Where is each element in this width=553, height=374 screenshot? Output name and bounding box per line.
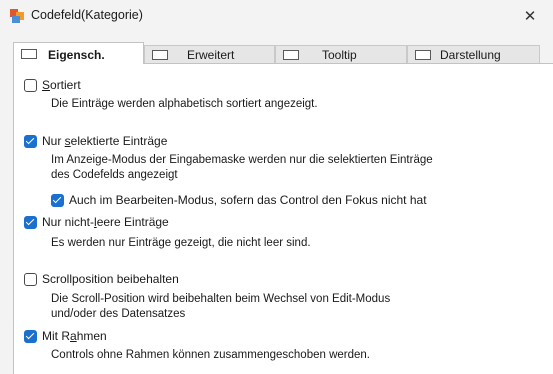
nichtleer-description: Es werden nur Einträge gezeigt, die nich… xyxy=(51,237,311,249)
nichtleer-checkbox[interactable] xyxy=(24,215,37,229)
selektierte-checkbox[interactable] xyxy=(24,134,37,148)
tab-erweitert[interactable]: Erweitert xyxy=(144,45,275,63)
tab-label: Erweitert xyxy=(187,48,235,62)
bearbeiten-label: Auch im Bearbeiten-Modus, sofern das Con… xyxy=(69,193,427,207)
tab-strip: Eigensch. Erweitert Tooltip Darstellung xyxy=(13,42,553,64)
selektierte-option[interactable]: Nur selektierte Einträge xyxy=(24,133,167,149)
sortiert-label: Sortiert xyxy=(42,78,81,92)
title-bar: Codefeld(Kategorie) ✕ xyxy=(0,0,553,32)
tab-darstellung[interactable]: Darstellung xyxy=(407,45,540,63)
tab-label: Tooltip xyxy=(322,48,357,62)
rahmen-description: Controls ohne Rahmen können zusammengesc… xyxy=(51,349,371,361)
sortiert-checkbox[interactable] xyxy=(24,78,37,92)
tab-icon xyxy=(21,49,37,59)
nichtleer-option[interactable]: Nur nicht-leere Einträge xyxy=(24,214,169,230)
close-button[interactable]: ✕ xyxy=(507,0,553,32)
tab-icon xyxy=(152,50,168,60)
scrollposition-description: Die Scroll-Position wird beibehalten bei… xyxy=(51,293,391,320)
bearbeiten-option[interactable]: Auch im Bearbeiten-Modus, sofern das Con… xyxy=(51,192,427,208)
tab-label: Darstellung xyxy=(440,48,501,62)
app-icon xyxy=(10,9,24,23)
tab-tooltip[interactable]: Tooltip xyxy=(275,45,407,63)
sortiert-option[interactable]: Sortiert xyxy=(24,77,81,93)
scrollposition-checkbox[interactable] xyxy=(24,272,37,286)
tab-eigenschaften[interactable]: Eigensch. xyxy=(13,42,144,64)
rahmen-option[interactable]: Mit Rahmen xyxy=(24,328,107,344)
tab-label: Eigensch. xyxy=(48,48,105,62)
nichtleer-label: Nur nicht-leere Einträge xyxy=(42,215,169,229)
selektierte-description: Im Anzeige-Modus der Eingabemaske werden… xyxy=(51,154,433,181)
window-title: Codefeld(Kategorie) xyxy=(31,8,143,22)
properties-panel: Sortiert Die Einträge werden alphabetisc… xyxy=(13,63,553,374)
bearbeiten-checkbox[interactable] xyxy=(51,193,64,207)
close-icon: ✕ xyxy=(523,8,537,25)
rahmen-label: Mit Rahmen xyxy=(42,329,107,343)
tab-icon xyxy=(283,50,299,60)
scrollposition-label: Scrollposition beibehalten xyxy=(42,272,179,286)
tab-icon xyxy=(415,50,431,60)
rahmen-checkbox[interactable] xyxy=(24,329,37,343)
sortiert-description: Die Einträge werden alphabetisch sortier… xyxy=(51,98,318,110)
selektierte-label: Nur selektierte Einträge xyxy=(42,134,168,148)
scrollposition-option[interactable]: Scrollposition beibehalten xyxy=(24,271,179,287)
